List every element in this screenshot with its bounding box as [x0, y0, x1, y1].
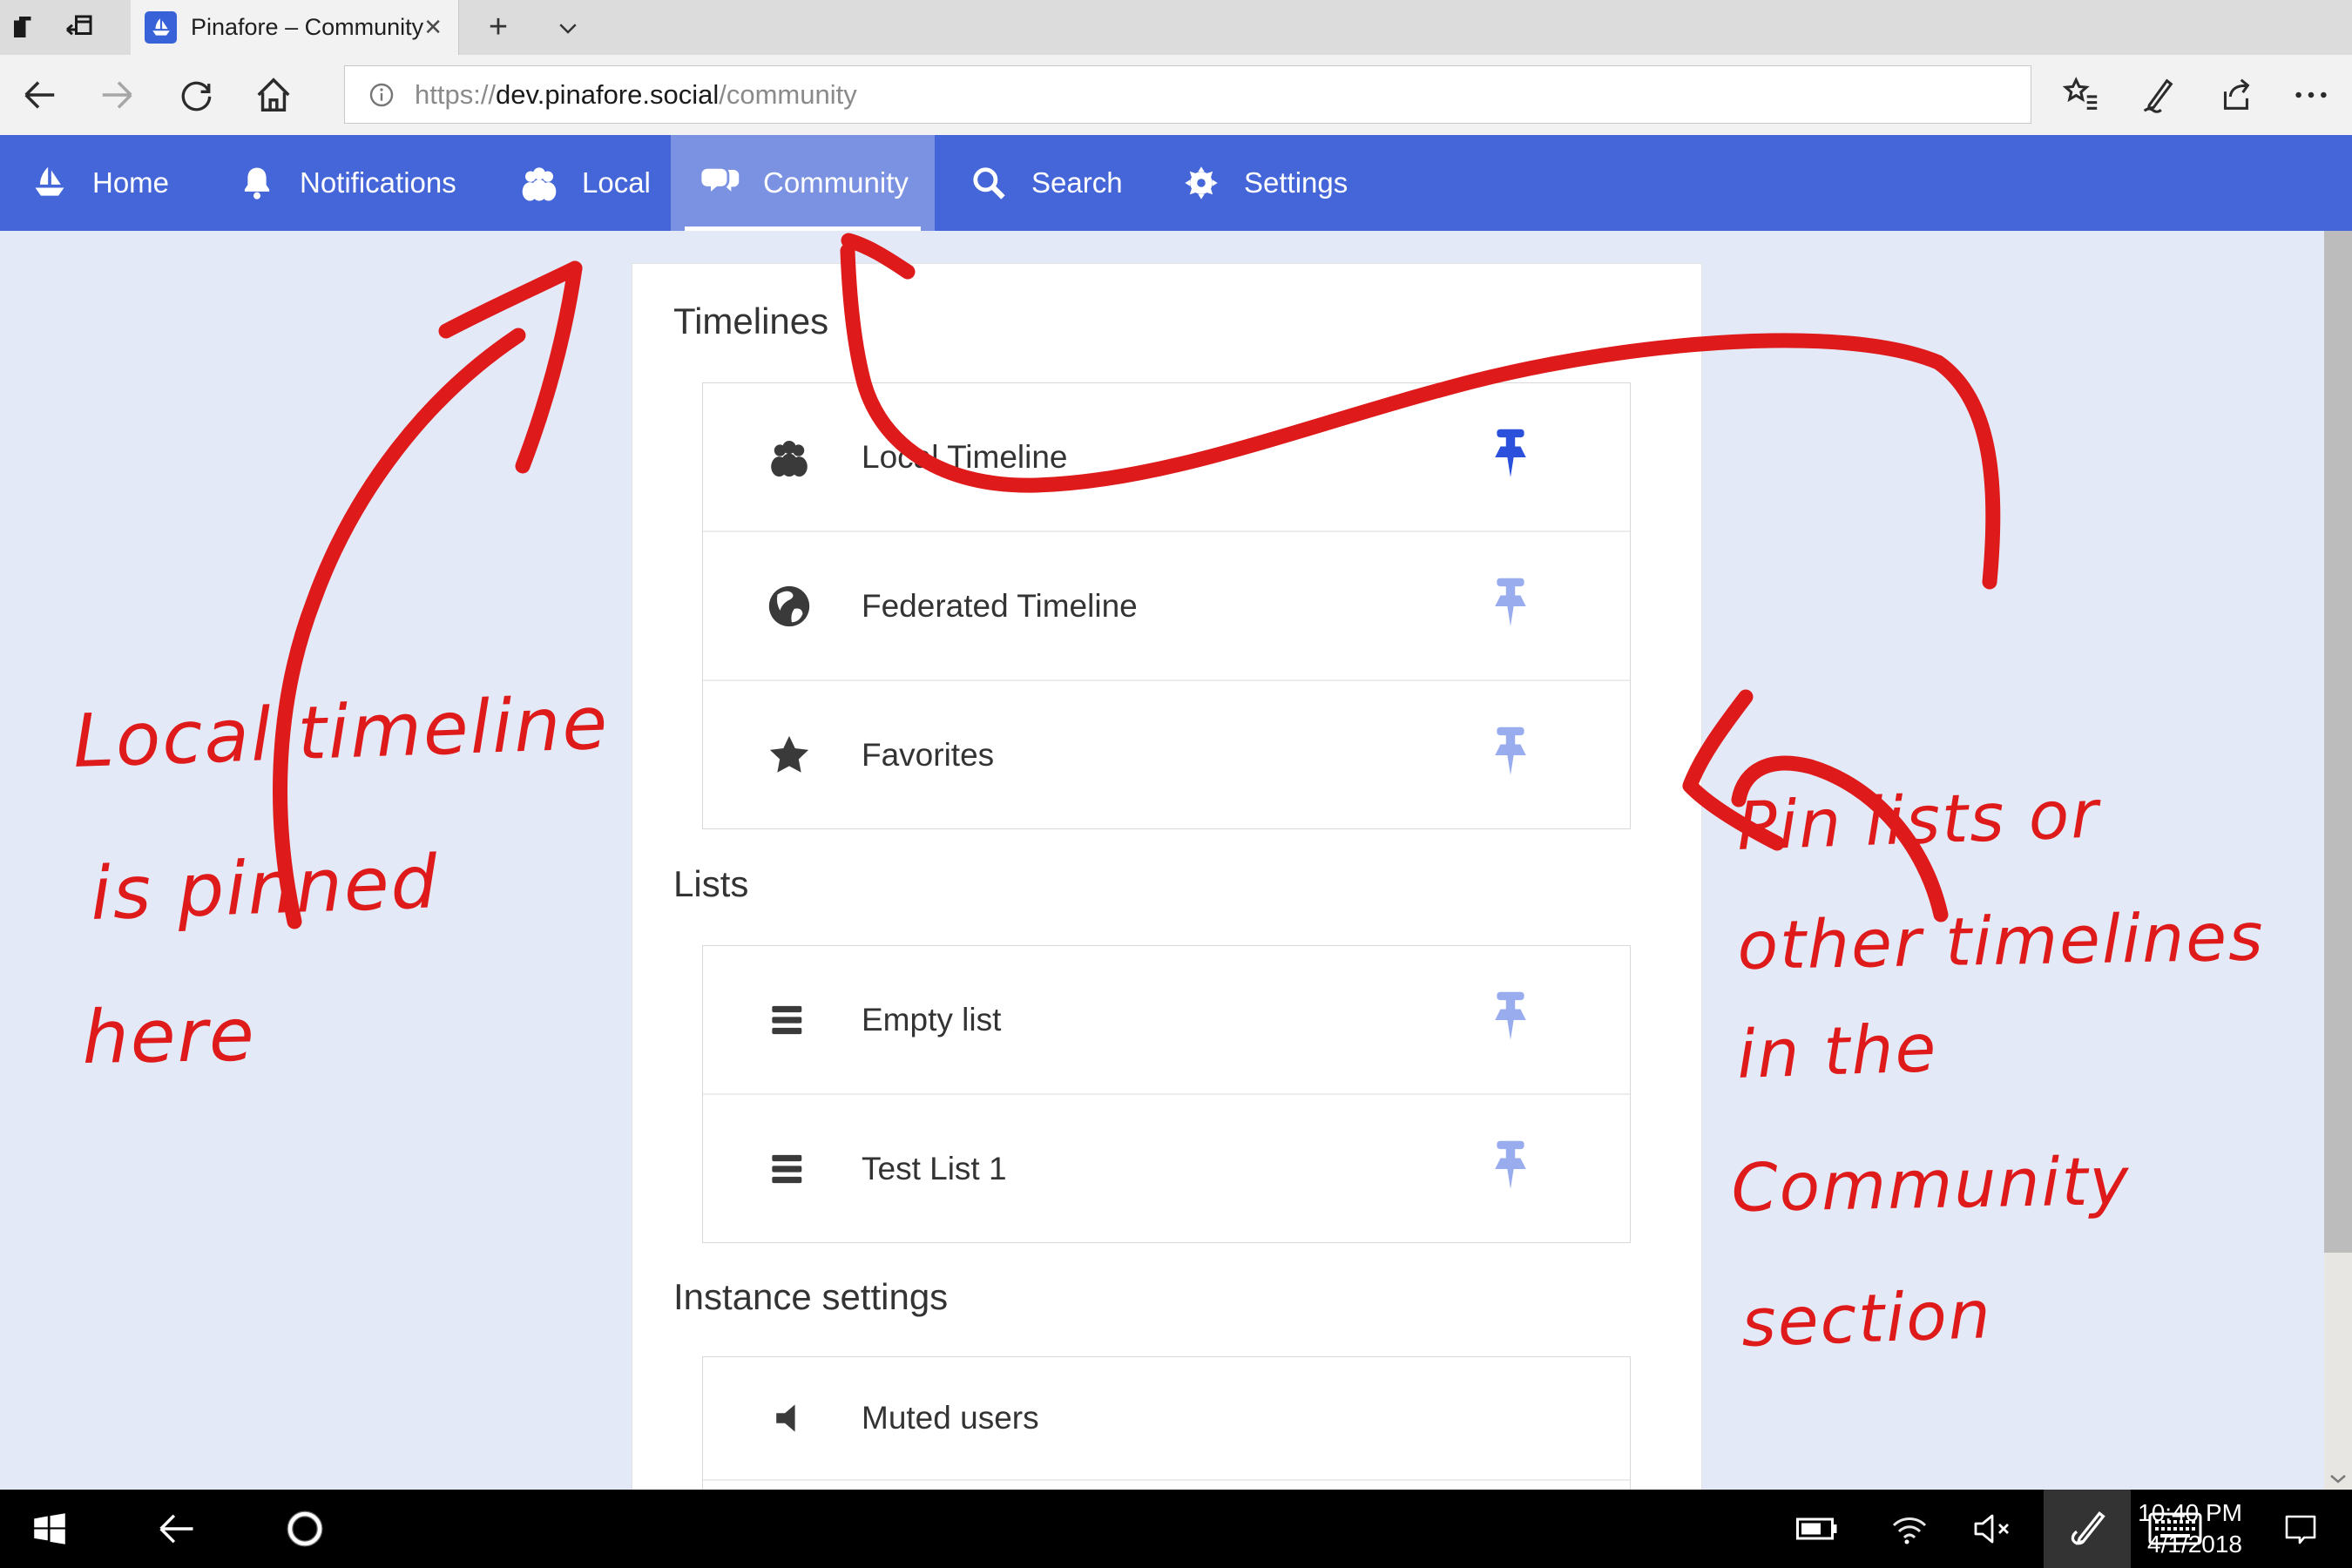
page-scrollbar[interactable] — [2324, 231, 2352, 1490]
pin-button[interactable] — [1489, 1140, 1532, 1198]
action-center-icon[interactable] — [2274, 1490, 2328, 1568]
forward-icon[interactable] — [90, 55, 145, 135]
gear-icon — [1181, 163, 1221, 203]
row-label: Muted users — [862, 1400, 1039, 1436]
section-heading: Timelines — [673, 301, 828, 342]
row-label: Favorites — [862, 737, 994, 774]
row-group: Empty list Test List 1 — [702, 945, 1631, 1243]
nav-item-settings[interactable]: Settings — [1152, 135, 1377, 231]
nav-item-label: Notifications — [300, 166, 456, 199]
tab-list-dropdown-icon[interactable] — [547, 0, 589, 55]
browser-tab[interactable]: Pinafore – Community ✕ — [131, 0, 459, 55]
row-test-list-1[interactable]: Test List 1 — [703, 1095, 1630, 1242]
star-icon — [764, 730, 814, 781]
row-label: Federated Timeline — [862, 588, 1138, 625]
more-menu-icon[interactable] — [2283, 55, 2339, 135]
nav-item-community[interactable]: Community — [671, 135, 935, 231]
community-card: Timelines Local Timeline Federated Timelin… — [632, 263, 1702, 1490]
row-local-timeline[interactable]: Local Timeline — [703, 383, 1630, 532]
row-favorites[interactable]: Favorites — [703, 681, 1630, 828]
bell-icon — [237, 163, 277, 203]
app-navbar: Home Notifications Local Community Search Set… — [0, 135, 2352, 231]
tab-preview-icon[interactable] — [7, 9, 42, 45]
pin-button[interactable] — [1489, 727, 1532, 784]
scrollbar-down-arrow-icon[interactable] — [2324, 1468, 2352, 1490]
cortana-button[interactable] — [273, 1490, 337, 1568]
row-group: Muted users — [702, 1356, 1631, 1490]
start-button[interactable] — [17, 1490, 82, 1568]
set-tabs-aside-icon[interactable] — [63, 9, 98, 45]
tab-close-icon[interactable]: ✕ — [423, 14, 443, 41]
section-heading: Lists — [673, 863, 748, 905]
new-tab-button[interactable]: + — [477, 0, 519, 55]
nav-item-label: Search — [1031, 166, 1123, 199]
row-group: Local Timeline Federated Timeline Favorite… — [702, 382, 1631, 829]
volume-muted-icon[interactable] — [1964, 1490, 2024, 1568]
nav-item-search[interactable]: Search — [939, 135, 1152, 231]
nav-item-label: Community — [763, 166, 909, 199]
nav-item-label: Local — [582, 166, 651, 199]
row-label: Empty list — [862, 1002, 1001, 1038]
people-icon — [519, 163, 559, 203]
scrollbar-thumb[interactable] — [2324, 231, 2352, 1253]
globe-icon — [764, 581, 814, 632]
browser-toolbar: https://dev.pinafore.social/community — [0, 55, 2352, 135]
wifi-icon[interactable] — [1880, 1490, 1939, 1568]
row-empty-list[interactable]: Empty list — [703, 946, 1630, 1095]
people-icon — [764, 432, 814, 483]
address-bar[interactable]: https://dev.pinafore.social/community — [344, 65, 2031, 124]
nav-item-local[interactable]: Local — [490, 135, 680, 231]
battery-icon[interactable] — [1788, 1490, 1847, 1568]
ink-notes-icon[interactable] — [2130, 55, 2186, 135]
refresh-icon[interactable] — [169, 55, 225, 135]
list-icon — [764, 1144, 814, 1194]
nav-item-home[interactable]: Home — [0, 135, 199, 231]
row-label: Test List 1 — [862, 1151, 1007, 1187]
sailboat-icon — [30, 163, 70, 203]
site-info-icon[interactable] — [368, 81, 395, 109]
nav-item-notifications[interactable]: Notifications — [207, 135, 486, 231]
pinafore-favicon-icon — [145, 11, 177, 44]
muted-speaker-icon — [764, 1393, 814, 1443]
section-heading: Instance settings — [673, 1276, 948, 1318]
screen: Pinafore – Community ✕ + h — [0, 0, 2352, 1568]
pin-button[interactable] — [1489, 578, 1532, 635]
windows-taskbar: 10:40 PM 4/1/2018 — [0, 1490, 2352, 1568]
row-partially-hidden — [703, 1481, 1630, 1490]
clock-time: 10:40 PM — [2138, 1497, 2242, 1529]
nav-item-label: Home — [92, 166, 169, 199]
back-icon[interactable] — [11, 55, 67, 135]
row-federated-timeline[interactable]: Federated Timeline — [703, 532, 1630, 681]
pin-button[interactable] — [1489, 429, 1532, 486]
windows-ink-pen-icon[interactable] — [2044, 1490, 2131, 1568]
row-muted-users[interactable]: Muted users — [703, 1357, 1630, 1481]
favorites-hub-icon[interactable] — [2053, 55, 2109, 135]
browser-tab-bar: Pinafore – Community ✕ + — [0, 0, 2352, 55]
taskbar-back-button[interactable] — [144, 1490, 208, 1568]
home-icon[interactable] — [246, 55, 301, 135]
share-icon[interactable] — [2207, 55, 2263, 135]
tab-title: Pinafore – Community — [191, 14, 423, 41]
list-icon — [764, 995, 814, 1045]
nav-item-label: Settings — [1244, 166, 1348, 199]
row-label: Local Timeline — [862, 439, 1068, 476]
pin-button[interactable] — [1489, 991, 1532, 1049]
chat-bubbles-icon — [700, 163, 740, 203]
clock-date: 4/1/2018 — [2147, 1529, 2242, 1560]
taskbar-clock[interactable]: 10:40 PM 4/1/2018 — [2136, 1490, 2242, 1568]
url-text: https://dev.pinafore.social/community — [415, 79, 857, 111]
search-icon — [969, 163, 1009, 203]
